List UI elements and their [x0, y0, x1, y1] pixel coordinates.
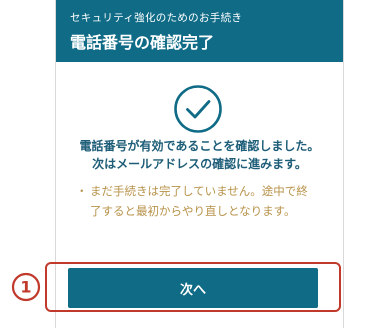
header-subtitle: セキュリティ強化のためのお手続き	[70, 12, 243, 24]
highlight-box	[45, 262, 341, 312]
page: セキュリティ強化のためのお手続き 電話番号の確認完了 電話番号が有効であることを…	[0, 0, 390, 328]
step-number-marker: 1	[11, 272, 41, 302]
message-line-1: 電話番号が有効であることを確認しました。	[79, 139, 320, 153]
dialog-header: セキュリティ強化のためのお手続き 電話番号の確認完了	[56, 0, 343, 62]
page-title: 電話番号の確認完了	[70, 33, 215, 52]
note-bullet: ・	[76, 184, 88, 198]
check-circle-icon	[174, 85, 222, 133]
warning-note: ・まだ手続きは完了していません。途中で終 了すると最初からやり直しとなります。	[76, 181, 326, 221]
confirmation-message: 電話番号が有効であることを確認しました。 次はメールアドレスの確認に進みます。	[56, 137, 343, 173]
note-text-1: まだ手続きは完了していません。途中で終	[90, 184, 308, 198]
step-number-text: 1	[20, 278, 31, 297]
note-line-1: ・まだ手続きは完了していません。途中で終	[76, 181, 326, 201]
note-line-2: 了すると最初からやり直しとなります。	[90, 204, 296, 218]
message-line-2: 次はメールアドレスの確認に進みます。	[92, 157, 307, 171]
